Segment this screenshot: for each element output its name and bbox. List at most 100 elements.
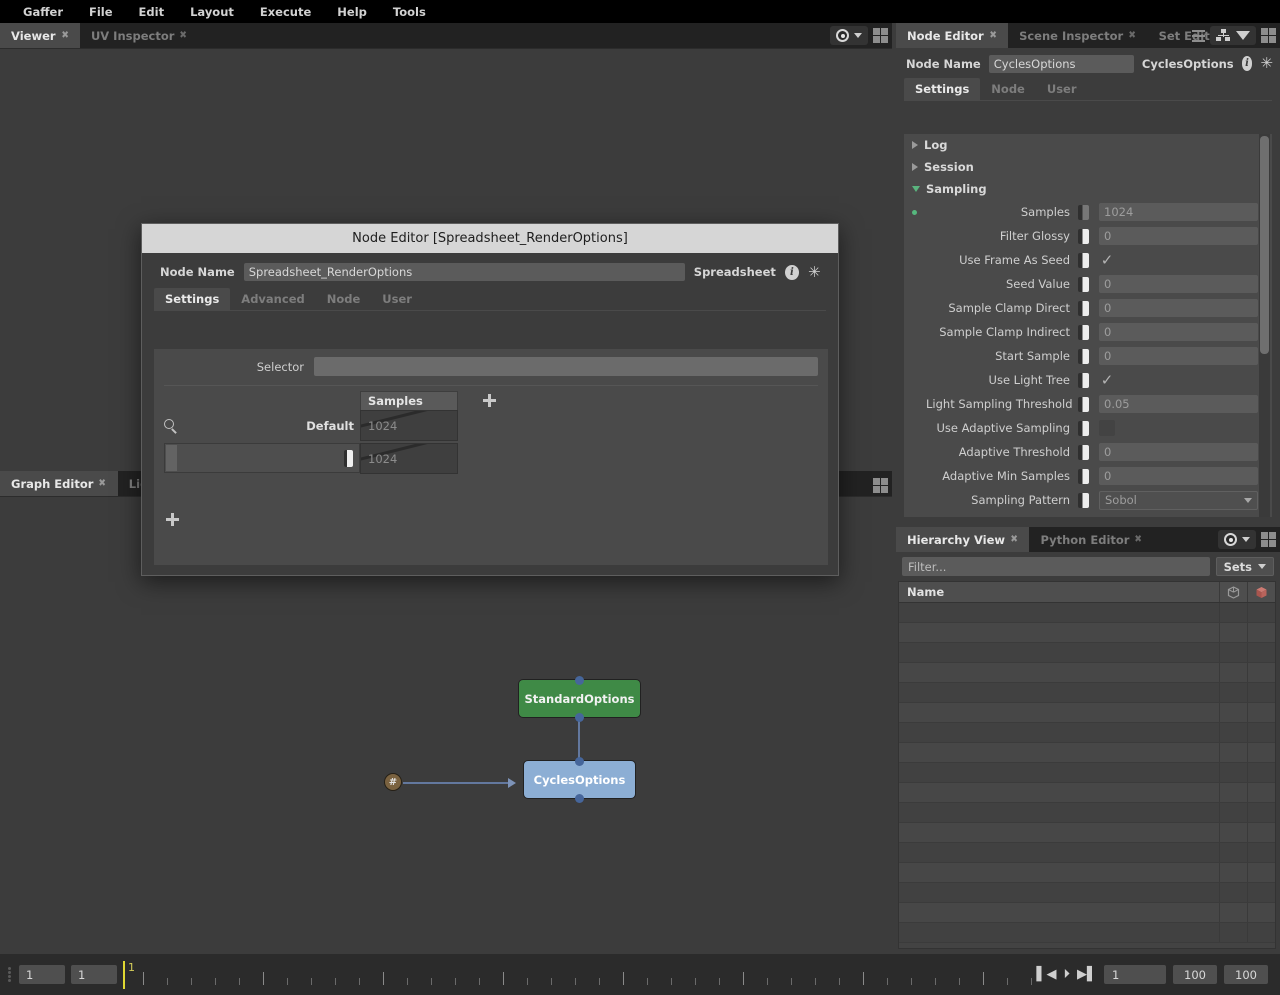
table-row[interactable] <box>899 903 1275 923</box>
row-enable-toggle[interactable] <box>344 450 353 467</box>
current-frame-input[interactable]: 1 <box>1104 965 1166 984</box>
parameter-list-scrollbar[interactable] <box>1259 134 1270 517</box>
panel-split-icon[interactable] <box>1261 28 1276 43</box>
hierarchy-table[interactable]: Name <box>898 581 1276 949</box>
graph-node-cyclesoptions[interactable]: CyclesOptions <box>524 761 635 798</box>
section-sampling[interactable]: Sampling <box>904 178 1272 200</box>
node-output-plug[interactable] <box>575 794 584 803</box>
panel-split-icon[interactable] <box>1261 532 1276 547</box>
param-value-sample-clamp-direct[interactable]: 0 <box>1099 299 1258 317</box>
playhead-marker[interactable] <box>123 961 125 989</box>
param-dropdown-sampling-pattern[interactable]: Sobol <box>1099 491 1258 510</box>
param-checkbox-use-frame-as-seed[interactable]: ✓ <box>1099 252 1115 268</box>
menu-item-gaffer[interactable]: Gaffer <box>10 2 76 22</box>
dialog-title-bar[interactable]: Node Editor [Spreadsheet_RenderOptions] <box>142 224 838 253</box>
filter-input[interactable]: Filter... <box>902 557 1210 576</box>
table-row[interactable] <box>899 703 1275 723</box>
table-row[interactable] <box>899 623 1275 643</box>
node-editor-dialog[interactable]: Node Editor [Spreadsheet_RenderOptions] … <box>141 223 839 576</box>
table-row[interactable] <box>899 883 1275 903</box>
param-checkbox-use-adaptive-sampling[interactable] <box>1099 420 1115 436</box>
table-row[interactable] <box>899 783 1275 803</box>
timeline-end-frame-input[interactable]: 1 <box>71 965 117 984</box>
table-row[interactable] <box>899 643 1275 663</box>
close-icon[interactable]: ✖ <box>1135 534 1143 545</box>
tab-python-editor[interactable]: Python Editor ✖ <box>1029 527 1153 552</box>
node-name-input[interactable]: CyclesOptions <box>989 55 1134 73</box>
param-toggle-seed-value[interactable] <box>1078 277 1089 292</box>
tab-scene-inspector[interactable]: Scene Inspector ✖ <box>1008 23 1148 48</box>
dot-node[interactable]: # <box>384 773 402 791</box>
table-row[interactable] <box>899 603 1275 623</box>
add-row-button[interactable] <box>166 513 179 526</box>
table-row[interactable] <box>899 863 1275 883</box>
param-toggle-sampling-pattern[interactable] <box>1078 493 1089 508</box>
close-icon[interactable]: ✖ <box>1129 30 1137 41</box>
menu-item-layout[interactable]: Layout <box>177 2 247 22</box>
section-log[interactable]: Log <box>904 134 1272 156</box>
jump-end-icon[interactable]: ▶▌ <box>1077 968 1097 981</box>
tab-graph-editor[interactable]: Graph Editor ✖ <box>0 471 118 496</box>
info-icon[interactable]: i <box>1242 56 1253 71</box>
param-toggle-filter-glossy[interactable] <box>1078 229 1089 244</box>
dialog-subtab-advanced[interactable]: Advanced <box>230 288 315 310</box>
node-editor-mode-menu[interactable] <box>1210 26 1256 45</box>
param-value-samples[interactable]: 1024 <box>1099 203 1258 221</box>
spreadsheet-row-1-cell-samples[interactable]: 1024 <box>360 443 458 474</box>
table-row[interactable] <box>899 823 1275 843</box>
jump-start-icon[interactable]: ▌◀ <box>1037 968 1057 981</box>
subtab-node[interactable]: Node <box>980 78 1036 100</box>
gear-icon[interactable] <box>808 265 822 280</box>
search-icon[interactable] <box>164 419 178 433</box>
info-icon[interactable]: i <box>785 265 799 280</box>
param-toggle-use-adaptive-sampling[interactable] <box>1078 421 1089 436</box>
gear-icon[interactable] <box>1260 56 1271 71</box>
param-toggle-sample-clamp-direct[interactable] <box>1078 301 1089 316</box>
param-value-filter-glossy[interactable]: 0 <box>1099 227 1258 245</box>
param-checkbox-use-light-tree[interactable]: ✓ <box>1099 372 1115 388</box>
node-input-plug[interactable] <box>575 676 584 685</box>
table-row[interactable] <box>899 743 1275 763</box>
param-toggle-use-light-tree[interactable] <box>1078 373 1089 388</box>
table-row[interactable] <box>899 923 1275 943</box>
drag-handle[interactable] <box>8 965 13 985</box>
table-row[interactable] <box>899 843 1275 863</box>
param-value-sample-clamp-indirect[interactable]: 0 <box>1099 323 1258 341</box>
tab-node-editor[interactable]: Node Editor ✖ <box>896 23 1008 48</box>
param-toggle-adaptive-min-samples[interactable] <box>1078 469 1089 484</box>
param-toggle-use-frame-as-seed[interactable] <box>1078 253 1089 268</box>
graph-node-standardoptions[interactable]: StandardOptions <box>519 680 640 717</box>
play-icon[interactable]: ⏵ <box>1064 968 1071 981</box>
param-value-light-sampling-threshold[interactable]: 0.05 <box>1099 395 1258 413</box>
dialog-subtab-node[interactable]: Node <box>316 288 372 310</box>
menu-item-tools[interactable]: Tools <box>380 2 439 22</box>
panel-split-icon[interactable] <box>873 28 888 43</box>
dialog-subtab-user[interactable]: User <box>371 288 423 310</box>
spreadsheet-default-cell-samples[interactable]: 1024 <box>360 410 458 441</box>
param-toggle-light-sampling-threshold[interactable] <box>1078 397 1089 412</box>
timeline-ruler[interactable]: 1 <box>123 959 1037 991</box>
menu-item-help[interactable]: Help <box>324 2 380 22</box>
column-header-name[interactable]: Name <box>899 582 1219 602</box>
param-value-seed-value[interactable]: 0 <box>1099 275 1258 293</box>
dialog-node-name-input[interactable]: Spreadsheet_RenderOptions <box>244 263 685 281</box>
table-row[interactable] <box>899 723 1275 743</box>
sets-button[interactable]: Sets <box>1216 557 1274 576</box>
column-header-visibility[interactable] <box>1219 582 1247 602</box>
menu-item-execute[interactable]: Execute <box>247 2 324 22</box>
close-icon[interactable]: ✖ <box>99 478 107 489</box>
close-icon[interactable]: ✖ <box>989 30 997 41</box>
viewer-layout-menu[interactable] <box>830 26 868 45</box>
close-icon[interactable]: ✖ <box>61 30 69 41</box>
tab-uv-inspector[interactable]: UV Inspector ✖ <box>80 23 199 48</box>
subtab-settings[interactable]: Settings <box>904 78 980 100</box>
tab-hierarchy-view[interactable]: Hierarchy View ✖ <box>896 527 1029 552</box>
parameter-list[interactable]: Log Session Sampling Samples <box>904 134 1272 517</box>
menu-item-edit[interactable]: Edit <box>126 2 178 22</box>
selector-input[interactable] <box>314 357 818 376</box>
section-scene[interactable]: Scene <box>904 512 1272 517</box>
add-column-button[interactable] <box>483 394 496 407</box>
spreadsheet-row-1-name-cell[interactable] <box>164 443 360 473</box>
spreadsheet-column-header-samples[interactable]: Samples <box>360 391 458 411</box>
close-icon[interactable]: ✖ <box>1010 534 1018 545</box>
